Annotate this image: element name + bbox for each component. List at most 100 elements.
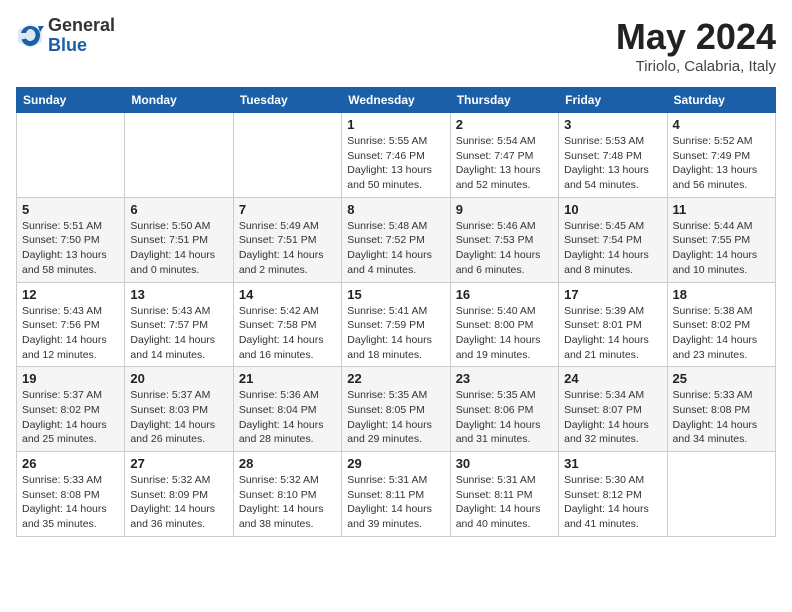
- calendar-cell: 18Sunrise: 5:38 AM Sunset: 8:02 PM Dayli…: [667, 282, 775, 367]
- calendar-cell: 1 Sunrise: 5:55 AM Sunset: 7:46 PM Daylig…: [342, 113, 450, 198]
- calendar-cell: [667, 452, 775, 537]
- calendar-header-tuesday: Tuesday: [233, 88, 341, 113]
- calendar-cell: 11 Sunrise: 5:44 AM Sunset: 7:55 PM Dayli…: [667, 197, 775, 282]
- calendar-header-row: SundayMondayTuesdayWednesdayThursdayFrid…: [17, 88, 776, 113]
- logo: General Blue: [16, 16, 115, 56]
- calendar-cell: [233, 113, 341, 198]
- day-number: 7: [239, 202, 336, 217]
- calendar-header-friday: Friday: [559, 88, 667, 113]
- calendar-cell: 9 Sunrise: 5:46 AM Sunset: 7:53 PM Daylig…: [450, 197, 558, 282]
- day-info: Sunrise: 5:55 AM Sunset: 7:46 PM Dayligh…: [347, 134, 444, 193]
- day-number: 27: [130, 456, 227, 471]
- day-number: 15: [347, 287, 444, 302]
- day-info: Sunrise: 5:35 AM Sunset: 8:05 PM Dayligh…: [347, 388, 444, 447]
- day-number: 1: [347, 117, 444, 132]
- logo-icon: [16, 22, 44, 50]
- day-number: 31: [564, 456, 661, 471]
- day-number: 4: [673, 117, 770, 132]
- day-info: Sunrise: 5:39 AM Sunset: 8:01 PM Dayligh…: [564, 304, 661, 363]
- day-number: 6: [130, 202, 227, 217]
- location-subtitle: Tiriolo, Calabria, Italy: [616, 58, 776, 75]
- day-number: 22: [347, 371, 444, 386]
- day-number: 13: [130, 287, 227, 302]
- day-number: 19: [22, 371, 119, 386]
- day-info: Sunrise: 5:54 AM Sunset: 7:47 PM Dayligh…: [456, 134, 553, 193]
- calendar-week-row: 12 Sunrise: 5:43 AM Sunset: 7:56 PM Dayli…: [17, 282, 776, 367]
- day-info: Sunrise: 5:32 AM Sunset: 8:09 PM Dayligh…: [130, 473, 227, 532]
- day-number: 8: [347, 202, 444, 217]
- calendar-cell: 26Sunrise: 5:33 AM Sunset: 8:08 PM Dayli…: [17, 452, 125, 537]
- calendar-cell: 23Sunrise: 5:35 AM Sunset: 8:06 PM Dayli…: [450, 367, 558, 452]
- calendar-cell: 25 Sunrise: 5:33 AM Sunset: 8:08 PM Dayli…: [667, 367, 775, 452]
- logo-text: General Blue: [48, 16, 115, 56]
- title-block: May 2024 Tiriolo, Calabria, Italy: [616, 16, 776, 75]
- calendar-header-thursday: Thursday: [450, 88, 558, 113]
- calendar-header-saturday: Saturday: [667, 88, 775, 113]
- calendar-cell: 19Sunrise: 5:37 AM Sunset: 8:02 PM Dayli…: [17, 367, 125, 452]
- calendar-cell: 28 Sunrise: 5:32 AM Sunset: 8:10 PM Dayli…: [233, 452, 341, 537]
- day-info: Sunrise: 5:43 AM Sunset: 7:57 PM Dayligh…: [130, 304, 227, 363]
- calendar-cell: 7 Sunrise: 5:49 AM Sunset: 7:51 PM Daylig…: [233, 197, 341, 282]
- day-info: Sunrise: 5:40 AM Sunset: 8:00 PM Dayligh…: [456, 304, 553, 363]
- logo-general: General: [48, 16, 115, 36]
- day-number: 11: [673, 202, 770, 217]
- day-number: 25: [673, 371, 770, 386]
- day-number: 20: [130, 371, 227, 386]
- calendar-cell: 22 Sunrise: 5:35 AM Sunset: 8:05 PM Dayli…: [342, 367, 450, 452]
- calendar-cell: 27 Sunrise: 5:32 AM Sunset: 8:09 PM Dayli…: [125, 452, 233, 537]
- day-info: Sunrise: 5:32 AM Sunset: 8:10 PM Dayligh…: [239, 473, 336, 532]
- calendar-cell: 4 Sunrise: 5:52 AM Sunset: 7:49 PM Daylig…: [667, 113, 775, 198]
- day-info: Sunrise: 5:44 AM Sunset: 7:55 PM Dayligh…: [673, 219, 770, 278]
- logo-blue: Blue: [48, 36, 115, 56]
- calendar-cell: 13 Sunrise: 5:43 AM Sunset: 7:57 PM Dayli…: [125, 282, 233, 367]
- day-number: 16: [456, 287, 553, 302]
- calendar-cell: 20Sunrise: 5:37 AM Sunset: 8:03 PM Dayli…: [125, 367, 233, 452]
- calendar-header-sunday: Sunday: [17, 88, 125, 113]
- day-number: 12: [22, 287, 119, 302]
- day-number: 28: [239, 456, 336, 471]
- day-info: Sunrise: 5:36 AM Sunset: 8:04 PM Dayligh…: [239, 388, 336, 447]
- calendar-week-row: 19Sunrise: 5:37 AM Sunset: 8:02 PM Dayli…: [17, 367, 776, 452]
- calendar-cell: 3 Sunrise: 5:53 AM Sunset: 7:48 PM Daylig…: [559, 113, 667, 198]
- calendar-cell: [125, 113, 233, 198]
- calendar-cell: 10 Sunrise: 5:45 AM Sunset: 7:54 PM Dayli…: [559, 197, 667, 282]
- day-info: Sunrise: 5:31 AM Sunset: 8:11 PM Dayligh…: [456, 473, 553, 532]
- day-info: Sunrise: 5:35 AM Sunset: 8:06 PM Dayligh…: [456, 388, 553, 447]
- calendar-cell: 24Sunrise: 5:34 AM Sunset: 8:07 PM Dayli…: [559, 367, 667, 452]
- calendar-cell: 8Sunrise: 5:48 AM Sunset: 7:52 PM Daylig…: [342, 197, 450, 282]
- calendar-cell: 30 Sunrise: 5:31 AM Sunset: 8:11 PM Dayli…: [450, 452, 558, 537]
- calendar-cell: 14Sunrise: 5:42 AM Sunset: 7:58 PM Dayli…: [233, 282, 341, 367]
- day-info: Sunrise: 5:31 AM Sunset: 8:11 PM Dayligh…: [347, 473, 444, 532]
- calendar-cell: 12 Sunrise: 5:43 AM Sunset: 7:56 PM Dayli…: [17, 282, 125, 367]
- day-number: 3: [564, 117, 661, 132]
- day-info: Sunrise: 5:43 AM Sunset: 7:56 PM Dayligh…: [22, 304, 119, 363]
- day-info: Sunrise: 5:30 AM Sunset: 8:12 PM Dayligh…: [564, 473, 661, 532]
- day-info: Sunrise: 5:45 AM Sunset: 7:54 PM Dayligh…: [564, 219, 661, 278]
- day-info: Sunrise: 5:52 AM Sunset: 7:49 PM Dayligh…: [673, 134, 770, 193]
- day-number: 24: [564, 371, 661, 386]
- calendar-cell: [17, 113, 125, 198]
- day-info: Sunrise: 5:46 AM Sunset: 7:53 PM Dayligh…: [456, 219, 553, 278]
- day-number: 30: [456, 456, 553, 471]
- day-info: Sunrise: 5:33 AM Sunset: 8:08 PM Dayligh…: [673, 388, 770, 447]
- calendar-cell: 29 Sunrise: 5:31 AM Sunset: 8:11 PM Dayli…: [342, 452, 450, 537]
- calendar-cell: 2 Sunrise: 5:54 AM Sunset: 7:47 PM Daylig…: [450, 113, 558, 198]
- day-number: 9: [456, 202, 553, 217]
- day-number: 2: [456, 117, 553, 132]
- day-info: Sunrise: 5:50 AM Sunset: 7:51 PM Dayligh…: [130, 219, 227, 278]
- day-number: 21: [239, 371, 336, 386]
- day-info: Sunrise: 5:49 AM Sunset: 7:51 PM Dayligh…: [239, 219, 336, 278]
- day-info: Sunrise: 5:33 AM Sunset: 8:08 PM Dayligh…: [22, 473, 119, 532]
- calendar-header-wednesday: Wednesday: [342, 88, 450, 113]
- day-number: 10: [564, 202, 661, 217]
- page-header: General Blue May 2024 Tiriolo, Calabria,…: [16, 16, 776, 75]
- day-info: Sunrise: 5:53 AM Sunset: 7:48 PM Dayligh…: [564, 134, 661, 193]
- calendar-cell: 5Sunrise: 5:51 AM Sunset: 7:50 PM Daylig…: [17, 197, 125, 282]
- day-number: 5: [22, 202, 119, 217]
- day-number: 29: [347, 456, 444, 471]
- calendar-table: SundayMondayTuesdayWednesdayThursdayFrid…: [16, 87, 776, 537]
- day-info: Sunrise: 5:41 AM Sunset: 7:59 PM Dayligh…: [347, 304, 444, 363]
- calendar-cell: 21 Sunrise: 5:36 AM Sunset: 8:04 PM Dayli…: [233, 367, 341, 452]
- calendar-week-row: 1 Sunrise: 5:55 AM Sunset: 7:46 PM Daylig…: [17, 113, 776, 198]
- calendar-week-row: 5Sunrise: 5:51 AM Sunset: 7:50 PM Daylig…: [17, 197, 776, 282]
